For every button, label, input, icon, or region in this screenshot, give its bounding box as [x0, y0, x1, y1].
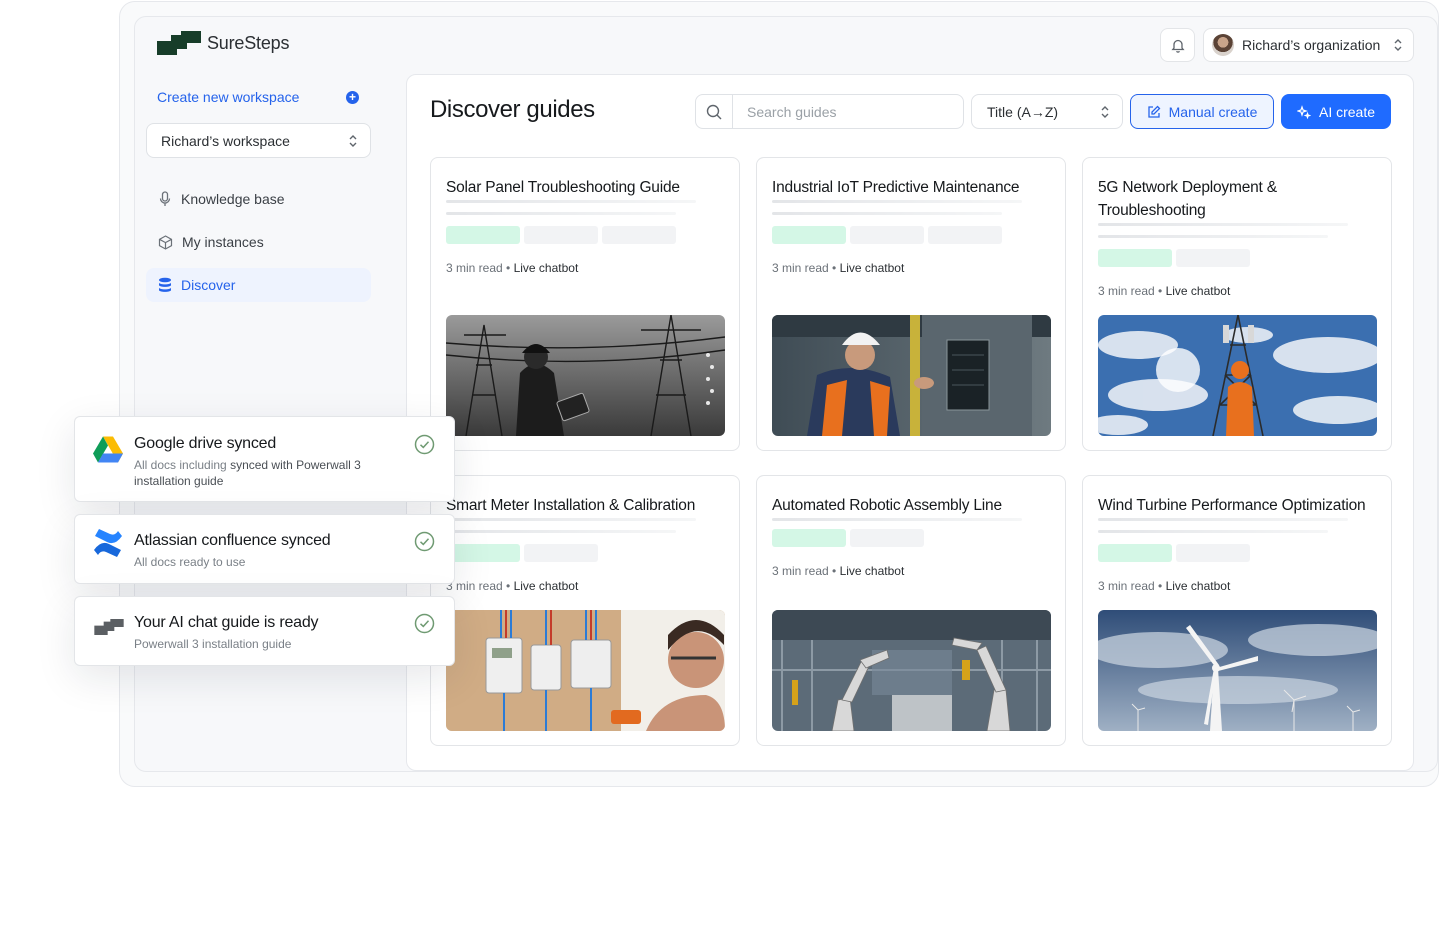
cube-icon: [158, 234, 173, 250]
ai-create-button[interactable]: AI create: [1281, 94, 1391, 129]
workspace-select[interactable]: Richard’s workspace: [146, 123, 371, 158]
check-circle-icon: [414, 531, 435, 552]
bell-icon: [1170, 39, 1185, 53]
check-circle-icon: [414, 434, 435, 455]
notification-title: Your AI chat guide is ready: [134, 614, 319, 631]
guide-thumbnail: [772, 610, 1051, 731]
create-workspace-button[interactable]: Create new workspace +: [157, 89, 359, 105]
sidebar-item-knowledge-base[interactable]: Knowledge base: [146, 182, 371, 216]
guide-title: Solar Panel Troubleshooting Guide: [446, 179, 680, 196]
notification-subtitle: All docs ready to use: [134, 555, 246, 569]
guide-thumbnail: [446, 315, 725, 436]
sidebar-item-label: My instances: [182, 234, 264, 250]
guide-meta: 3 min read • Live chatbot: [772, 564, 905, 578]
suresteps-logo-icon: [94, 619, 124, 635]
guide-thumbnail: [772, 315, 1051, 436]
avatar: [1212, 34, 1234, 56]
guide-card[interactable]: Industrial IoT Predictive Maintenance 3 …: [756, 157, 1066, 451]
notification-subtitle: All docs including synced with Powerwall…: [134, 458, 361, 488]
guide-thumbnail: [1098, 610, 1377, 731]
guide-card[interactable]: Wind Turbine Performance Optimization 3 …: [1082, 475, 1392, 746]
guide-thumbnail: [1098, 315, 1377, 436]
search-button[interactable]: [696, 95, 733, 128]
guide-card[interactable]: 5G Network Deployment & Troubleshooting …: [1082, 157, 1392, 451]
chevron-updown-icon: [349, 134, 357, 147]
chevron-updown-icon: [1394, 39, 1402, 51]
ai-create-label: AI create: [1318, 103, 1376, 120]
chevron-updown-icon: [1101, 105, 1109, 118]
guide-title: Smart Meter Installation & Calibration: [446, 497, 696, 514]
guide-title: Automated Robotic Assembly Line: [772, 497, 1002, 514]
search-box[interactable]: [695, 94, 964, 129]
sidebar-item-label: Knowledge base: [181, 191, 285, 207]
manual-create-label: Manual create: [1168, 103, 1258, 120]
guide-title: Wind Turbine Performance Optimization: [1098, 497, 1366, 514]
notifications-button[interactable]: [1160, 28, 1195, 62]
guide-card[interactable]: Solar Panel Troubleshooting Guide 3 min …: [430, 157, 740, 451]
microphone-icon: [159, 191, 171, 206]
database-icon: [159, 277, 171, 292]
guide-title: Industrial IoT Predictive Maintenance: [772, 179, 1020, 196]
guide-meta: 3 min read • Live chatbot: [772, 261, 905, 275]
sidebar-item-discover[interactable]: Discover: [146, 268, 371, 302]
manual-create-button[interactable]: Manual create: [1130, 94, 1274, 129]
app-logo[interactable]: SureSteps: [157, 31, 289, 55]
notification-title: Atlassian confluence synced: [134, 532, 331, 549]
organization-switcher[interactable]: Richard’s organization: [1203, 28, 1414, 62]
page-title: Discover guides: [430, 96, 595, 123]
create-workspace-label: Create new workspace: [157, 89, 300, 105]
workspace-name: Richard’s workspace: [161, 132, 290, 149]
app-name: SureSteps: [207, 32, 290, 53]
notification-google-drive[interactable]: Google drive synced All docs including s…: [74, 416, 455, 502]
sidebar-item-my-instances[interactable]: My instances: [146, 225, 371, 259]
sidebar-item-label: Discover: [181, 277, 236, 293]
guide-meta: 3 min read • Live chatbot: [446, 261, 579, 275]
search-input[interactable]: [733, 103, 963, 120]
search-icon: [706, 104, 722, 119]
plus-icon: +: [346, 90, 359, 104]
notification-title: Google drive synced: [134, 435, 277, 452]
notification-confluence[interactable]: Atlassian confluence synced All docs rea…: [74, 514, 455, 584]
suresteps-logo-icon: [157, 31, 201, 55]
check-circle-icon: [414, 613, 435, 634]
guide-title: 5G Network Deployment & Troubleshooting: [1098, 179, 1277, 219]
guide-thumbnail: [446, 610, 725, 731]
sort-select[interactable]: Title (A→Z): [971, 94, 1123, 129]
organization-name: Richard’s organization: [1242, 37, 1381, 53]
guide-meta: 3 min read • Live chatbot: [1098, 579, 1231, 593]
notification-ai-guide[interactable]: Your AI chat guide is ready Powerwall 3 …: [74, 596, 455, 666]
guide-card[interactable]: Smart Meter Installation & Calibration 3…: [430, 475, 740, 746]
sort-value: Title (A→Z): [987, 103, 1059, 120]
guide-card[interactable]: Automated Robotic Assembly Line 3 min re…: [756, 475, 1066, 746]
edit-icon: [1147, 105, 1161, 118]
guide-meta: 3 min read • Live chatbot: [1098, 284, 1231, 298]
guide-meta: 3 min read • Live chatbot: [446, 579, 579, 593]
notification-subtitle: Powerwall 3 installation guide: [134, 637, 292, 651]
sparkles-icon: [1296, 104, 1311, 119]
confluence-icon: [94, 529, 122, 557]
google-drive-icon: [93, 436, 123, 463]
